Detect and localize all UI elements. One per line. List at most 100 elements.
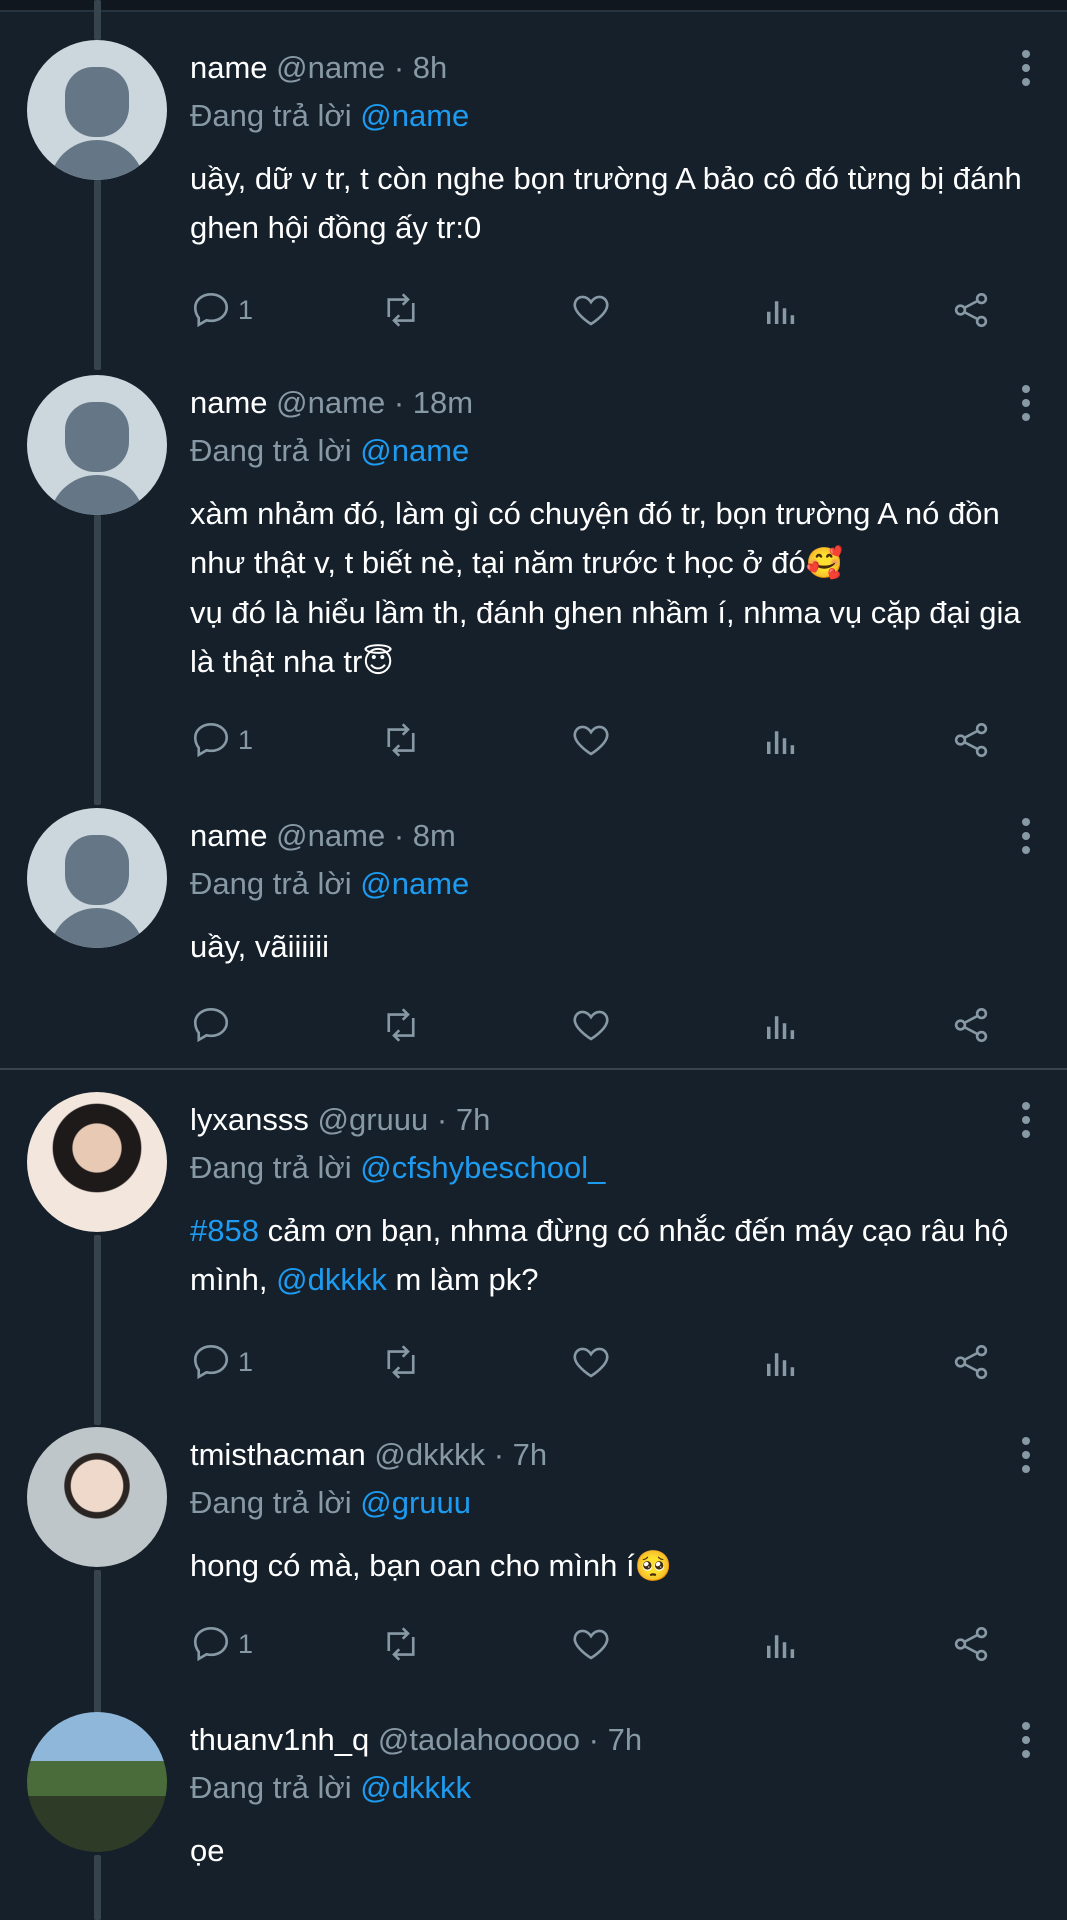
retweet-icon bbox=[387, 1627, 415, 1661]
thread-line bbox=[94, 1570, 101, 1720]
tweet-text: xàm nhảm đó, làm gì có chuyện đó tr, bọn… bbox=[190, 489, 1037, 687]
views-icon bbox=[767, 1353, 795, 1376]
views-button[interactable] bbox=[760, 1619, 802, 1669]
avatar-head-shape bbox=[65, 835, 129, 905]
thread-line bbox=[94, 1855, 101, 1920]
display-name[interactable]: tmisthacman bbox=[190, 1437, 366, 1472]
timestamp[interactable]: 8h bbox=[413, 50, 447, 85]
share-button[interactable] bbox=[950, 1337, 992, 1387]
share-button[interactable] bbox=[950, 285, 992, 335]
action-bar: 1 bbox=[190, 1619, 1010, 1669]
share-icon bbox=[954, 1344, 988, 1380]
replying-to-label: Đang trả lời bbox=[190, 866, 352, 901]
like-button[interactable] bbox=[570, 285, 612, 335]
user-handle[interactable]: @name bbox=[276, 50, 385, 85]
display-name[interactable]: name bbox=[190, 818, 268, 853]
share-button[interactable] bbox=[950, 1000, 992, 1050]
mention-link[interactable]: @dkkkk bbox=[276, 1262, 387, 1297]
replying-to: Đang trả lời @name bbox=[190, 864, 1037, 904]
views-button[interactable] bbox=[760, 1000, 802, 1050]
retweet-button[interactable] bbox=[380, 1337, 422, 1387]
reply-icon bbox=[193, 1007, 229, 1043]
reply-mention[interactable]: @name bbox=[360, 433, 469, 468]
reply-button[interactable]: 1 bbox=[190, 1619, 253, 1669]
views-button[interactable] bbox=[760, 715, 802, 765]
retweet-button[interactable] bbox=[380, 1619, 422, 1669]
user-handle[interactable]: @dkkkk bbox=[374, 1437, 485, 1472]
avatar[interactable] bbox=[27, 1712, 167, 1852]
avatar[interactable] bbox=[27, 1427, 167, 1567]
display-name[interactable]: thuanv1nh_q bbox=[190, 1722, 369, 1757]
retweet-icon bbox=[387, 293, 415, 327]
reply-mention[interactable]: @gruuu bbox=[360, 1485, 471, 1520]
user-handle[interactable]: @name bbox=[276, 385, 385, 420]
smiling-face-hearts-emoji: 🥰 bbox=[805, 547, 844, 580]
tweet-text: hong có mà, bạn oan cho mình í🥺 bbox=[190, 1541, 1037, 1591]
action-bar: 1 bbox=[190, 285, 1010, 335]
user-handle[interactable]: @taolahooooo bbox=[378, 1722, 580, 1757]
user-handle[interactable]: @name bbox=[276, 818, 385, 853]
views-button[interactable] bbox=[760, 1337, 802, 1387]
timestamp[interactable]: 18m bbox=[413, 385, 473, 420]
reply-mention[interactable]: @name bbox=[360, 98, 469, 133]
timestamp[interactable]: 7h bbox=[608, 1722, 642, 1757]
separator-dot: · bbox=[393, 50, 405, 85]
avatar[interactable] bbox=[27, 40, 167, 180]
tweet-header: tmisthacman @dkkkk · 7h bbox=[190, 1435, 1037, 1475]
reply-mention[interactable]: @cfshybeschool_ bbox=[360, 1150, 605, 1185]
views-icon bbox=[767, 1635, 795, 1658]
retweet-icon bbox=[387, 1345, 415, 1379]
replying-to: Đang trả lời @name bbox=[190, 431, 1037, 471]
user-handle[interactable]: @gruuu bbox=[318, 1102, 429, 1137]
retweet-icon bbox=[387, 1008, 415, 1042]
action-bar bbox=[190, 1000, 1010, 1050]
replying-to-label: Đang trả lời bbox=[190, 1770, 352, 1805]
like-button[interactable] bbox=[570, 715, 612, 765]
reply-button[interactable] bbox=[190, 1000, 232, 1050]
reply-count: 1 bbox=[238, 1628, 254, 1659]
timestamp[interactable]: 8m bbox=[413, 818, 456, 853]
views-button[interactable] bbox=[760, 285, 802, 335]
display-name[interactable]: name bbox=[190, 50, 268, 85]
replying-to-label: Đang trả lời bbox=[190, 433, 352, 468]
reply-count: 1 bbox=[238, 1346, 254, 1377]
like-button[interactable] bbox=[570, 1619, 612, 1669]
replying-to-label: Đang trả lời bbox=[190, 1150, 352, 1185]
tweet-text: #858 cảm ơn bạn, nhma đừng có nhắc đến m… bbox=[190, 1206, 1037, 1304]
separator-dot: · bbox=[393, 385, 405, 420]
reply-count: 1 bbox=[238, 724, 254, 755]
retweet-button[interactable] bbox=[380, 715, 422, 765]
reply-button[interactable]: 1 bbox=[190, 1337, 253, 1387]
like-icon bbox=[573, 1010, 609, 1041]
tweet-text-line: vụ đó là hiểu lầm th, đánh ghen nhầm í, … bbox=[190, 595, 1030, 679]
tweet-text-segment: hong có mà, bạn oan cho mình í bbox=[190, 1548, 635, 1583]
share-button[interactable] bbox=[950, 715, 992, 765]
reply-mention[interactable]: @dkkkk bbox=[360, 1770, 471, 1805]
reply-button[interactable]: 1 bbox=[190, 285, 253, 335]
like-button[interactable] bbox=[570, 1337, 612, 1387]
action-bar: 1 bbox=[190, 715, 1010, 765]
timestamp[interactable]: 7h bbox=[456, 1102, 490, 1137]
replying-to: Đang trả lời @gruuu bbox=[190, 1483, 1037, 1523]
avatar-body-shape bbox=[49, 908, 145, 948]
timestamp[interactable]: 7h bbox=[513, 1437, 547, 1472]
halo-face-emoji: 😇 bbox=[362, 646, 394, 679]
avatar[interactable] bbox=[27, 375, 167, 515]
retweet-button[interactable] bbox=[380, 1000, 422, 1050]
reply-button[interactable]: 1 bbox=[190, 715, 253, 765]
display-name[interactable]: lyxansss bbox=[190, 1102, 309, 1137]
reply-mention[interactable]: @name bbox=[360, 866, 469, 901]
tweet-text: ọe bbox=[190, 1833, 225, 1868]
avatar[interactable] bbox=[27, 1092, 167, 1232]
share-button[interactable] bbox=[950, 1619, 992, 1669]
reply-icon bbox=[193, 1626, 229, 1662]
hashtag-link[interactable]: #858 bbox=[190, 1213, 259, 1248]
display-name[interactable]: name bbox=[190, 385, 268, 420]
tweet-text-line: xàm nhảm đó, làm gì có chuyện đó tr, bọn… bbox=[190, 496, 1009, 580]
retweet-button[interactable] bbox=[380, 285, 422, 335]
like-button[interactable] bbox=[570, 1000, 612, 1050]
reply-thread: name @name · 8h Đang trả lời @name uầy, … bbox=[0, 0, 1067, 1920]
avatar-body-shape bbox=[49, 475, 145, 515]
tweet-text: uầy, dữ v tr, t còn nghe bọn trường A bả… bbox=[190, 161, 1031, 245]
avatar[interactable] bbox=[27, 808, 167, 948]
